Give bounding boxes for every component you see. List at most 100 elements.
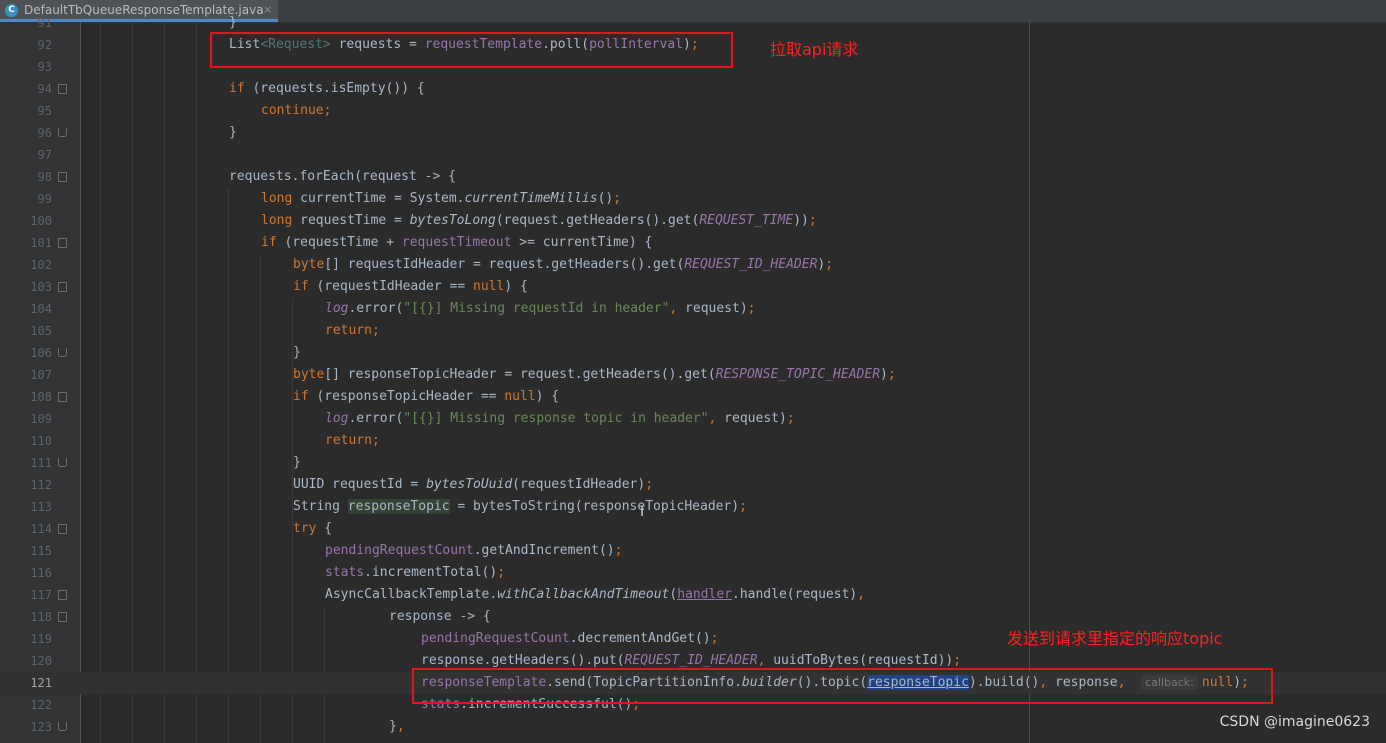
line-number: 115 (30, 544, 52, 558)
code-line[interactable]: 111 } (0, 452, 1386, 474)
line-number: 97 (37, 148, 52, 162)
code-line[interactable]: 114 try { (0, 518, 1386, 540)
fold-end-icon[interactable] (58, 722, 67, 731)
line-number: 113 (30, 500, 52, 514)
line-number: 102 (30, 258, 52, 272)
code-line[interactable]: 116 stats.incrementTotal(); (0, 562, 1386, 584)
code-text[interactable]: if (responseTopicHeader == null) { (293, 386, 559, 408)
code-line[interactable]: 96 } (0, 122, 1386, 144)
line-number: 104 (30, 302, 52, 316)
line-number: 96 (37, 126, 52, 140)
code-text[interactable]: } (293, 342, 301, 364)
annotation-box-send (412, 668, 1273, 704)
code-line[interactable]: 117 AsyncCallbackTemplate.withCallbackAn… (0, 584, 1386, 606)
code-text[interactable]: try { (293, 518, 332, 540)
code-text[interactable]: pendingRequestCount.getAndIncrement(); (325, 540, 622, 562)
code-line[interactable]: 103 if (requestIdHeader == null) { (0, 276, 1386, 298)
code-line[interactable]: 106 } (0, 342, 1386, 364)
line-number: 106 (30, 346, 52, 360)
code-line[interactable]: 91 } (0, 12, 1386, 34)
code-line[interactable]: 99 long currentTime = System.currentTime… (0, 188, 1386, 210)
code-text[interactable]: log.error("[{}] Missing requestId in hea… (325, 298, 756, 320)
fold-toggle-icon[interactable] (58, 590, 67, 600)
code-text[interactable]: } (229, 122, 237, 144)
annotation-note-send: 发送到请求里指定的响应topic (1007, 629, 1223, 648)
line-number: 100 (30, 214, 52, 228)
fold-toggle-icon[interactable] (58, 282, 67, 292)
code-text[interactable]: response -> { (389, 606, 491, 628)
code-line[interactable]: 98 requests.forEach(request -> { (0, 166, 1386, 188)
line-number: 117 (30, 588, 52, 602)
code-line[interactable]: 112 UUID requestId = bytesToUuid(request… (0, 474, 1386, 496)
code-text[interactable]: stats.incrementTotal(); (325, 562, 505, 584)
code-text[interactable]: UUID requestId = bytesToUuid(requestIdHe… (293, 474, 653, 496)
code-text[interactable]: byte[] responseTopicHeader = request.get… (293, 364, 896, 386)
code-text[interactable]: } (229, 12, 237, 34)
line-number: 92 (37, 38, 52, 52)
code-line[interactable]: 123 }, (0, 716, 1386, 738)
code-line[interactable]: 107 byte[] responseTopicHeader = request… (0, 364, 1386, 386)
code-line[interactable]: 104 log.error("[{}] Missing requestId in… (0, 298, 1386, 320)
code-text[interactable]: long requestTime = bytesToLong(request.g… (261, 210, 817, 232)
line-number: 112 (30, 478, 52, 492)
code-text[interactable]: log.error("[{}] Missing response topic i… (325, 408, 795, 430)
line-number: 91 (37, 16, 52, 30)
code-text[interactable]: String responseTopic = bytesToString(res… (293, 496, 747, 518)
line-number: 120 (30, 654, 52, 668)
code-line[interactable]: 100 long requestTime = bytesToLong(reque… (0, 210, 1386, 232)
code-text[interactable]: if (requestTime + requestTimeout >= curr… (261, 232, 652, 254)
fold-toggle-icon[interactable] (58, 392, 67, 402)
fold-end-icon[interactable] (58, 348, 67, 357)
code-line[interactable]: 115 pendingRequestCount.getAndIncrement(… (0, 540, 1386, 562)
code-text[interactable]: if (requestIdHeader == null) { (293, 276, 528, 298)
code-line[interactable]: 95 continue; (0, 100, 1386, 122)
code-line[interactable]: 110 return; (0, 430, 1386, 452)
code-line[interactable]: 105 return; (0, 320, 1386, 342)
line-number: 114 (30, 522, 52, 536)
fold-toggle-icon[interactable] (58, 172, 67, 182)
line-number: 105 (30, 324, 52, 338)
line-number: 119 (30, 632, 52, 646)
line-number: 118 (30, 610, 52, 624)
fold-toggle-icon[interactable] (58, 524, 67, 534)
line-number: 101 (30, 236, 52, 250)
code-text[interactable]: if (requests.isEmpty()) { (229, 78, 425, 100)
line-number: 98 (37, 170, 52, 184)
text-cursor-icon: I (640, 504, 645, 520)
code-text[interactable]: } (293, 452, 301, 474)
line-number: 110 (30, 434, 52, 448)
watermark: CSDN @imagine0623 (1219, 714, 1370, 730)
annotation-note-poll: 拉取api请求 (770, 40, 859, 59)
fold-end-icon[interactable] (58, 128, 67, 137)
code-text[interactable]: requests.forEach(request -> { (229, 166, 456, 188)
line-number: 116 (30, 566, 52, 580)
code-text[interactable]: long currentTime = System.currentTimeMil… (261, 188, 621, 210)
fold-end-icon[interactable] (58, 458, 67, 467)
fold-toggle-icon[interactable] (58, 84, 67, 94)
line-number: 122 (30, 698, 52, 712)
fold-toggle-icon[interactable] (58, 238, 67, 248)
line-number: 111 (30, 456, 52, 470)
code-text[interactable]: }, (389, 716, 405, 738)
fold-toggle-icon[interactable] (58, 612, 67, 622)
code-line[interactable]: 97 (0, 144, 1386, 166)
code-line[interactable]: 109 log.error("[{}] Missing response top… (0, 408, 1386, 430)
line-number: 107 (30, 368, 52, 382)
code-text[interactable]: return; (325, 430, 380, 452)
annotation-box-poll (210, 32, 733, 68)
line-number: 121 (30, 676, 52, 690)
code-text[interactable]: return; (325, 320, 380, 342)
line-number: 109 (30, 412, 52, 426)
code-line[interactable]: 102 byte[] requestIdHeader = request.get… (0, 254, 1386, 276)
code-text[interactable]: continue; (261, 100, 331, 122)
code-text[interactable]: pendingRequestCount.decrementAndGet(); (421, 628, 718, 650)
line-number: 108 (30, 390, 52, 404)
code-line[interactable]: 113 String responseTopic = bytesToString… (0, 496, 1386, 518)
code-text[interactable]: AsyncCallbackTemplate.withCallbackAndTim… (325, 584, 865, 606)
line-number: 95 (37, 104, 52, 118)
code-text[interactable]: byte[] requestIdHeader = request.getHead… (293, 254, 833, 276)
line-number: 93 (37, 60, 52, 74)
code-line[interactable]: 101 if (requestTime + requestTimeout >= … (0, 232, 1386, 254)
code-line[interactable]: 94 if (requests.isEmpty()) { (0, 78, 1386, 100)
code-line[interactable]: 108 if (responseTopicHeader == null) { (0, 386, 1386, 408)
